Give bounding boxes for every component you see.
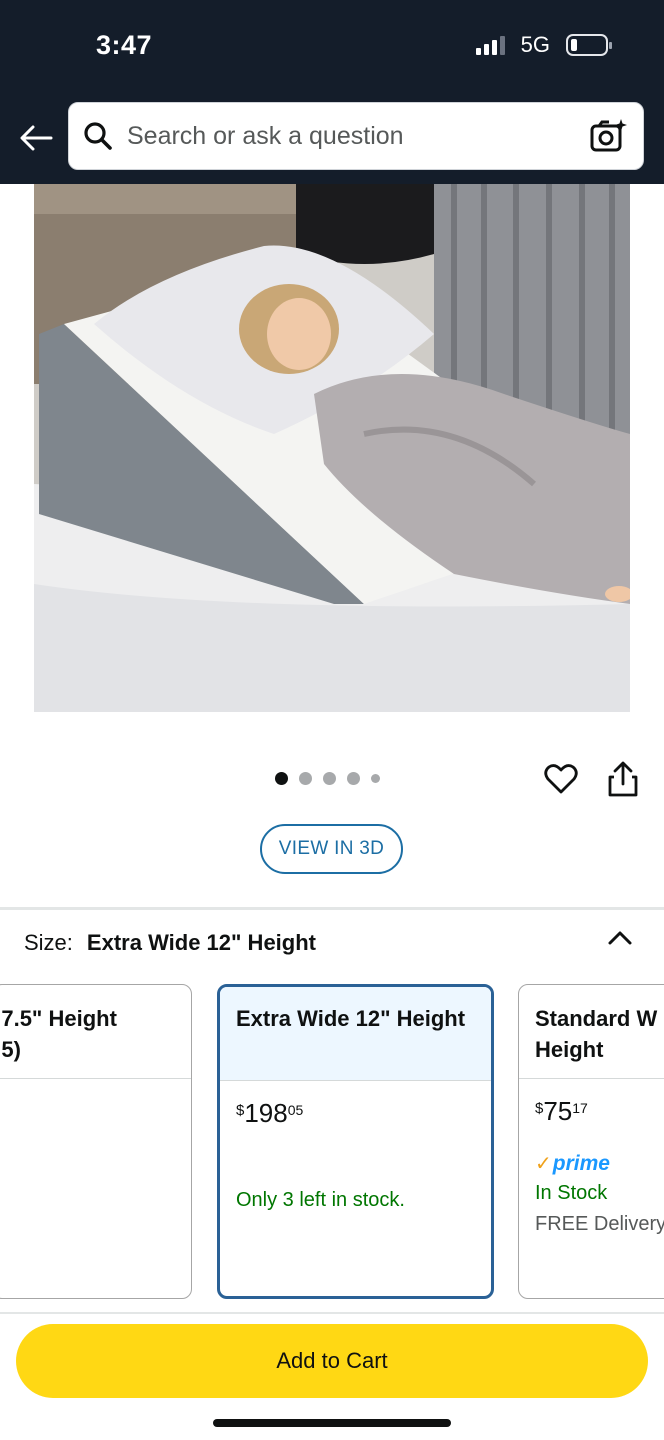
status-indicators: 5G: [475, 32, 612, 58]
product-photo: [34, 184, 630, 712]
view-in-3d-button[interactable]: VIEW IN 3D: [260, 824, 403, 874]
signal-icon: [475, 35, 505, 55]
option-price: $ 75 17: [535, 1097, 664, 1125]
arrow-left-icon: [20, 125, 53, 151]
delivery-info: FREE Delivery: [535, 1213, 664, 1235]
size-option-title: Standard W Height: [519, 985, 664, 1079]
heart-icon[interactable]: [544, 762, 578, 796]
size-option-line2: Height: [535, 1037, 604, 1062]
pagination-dot[interactable]: [347, 772, 360, 785]
prime-label: prime: [552, 1151, 610, 1175]
size-label: Size:: [24, 930, 73, 955]
price-currency: $: [236, 1102, 245, 1119]
pagination-dot[interactable]: [275, 772, 288, 785]
size-selector-header: Size: Extra Wide 12" Height: [24, 930, 316, 956]
battery-icon: [566, 34, 612, 56]
size-option-line1: e 7.5" Height: [0, 1006, 117, 1031]
image-pagination[interactable]: [275, 772, 380, 785]
network-type: 5G: [520, 32, 550, 57]
price-whole: 75: [543, 1096, 573, 1126]
home-indicator: [213, 1419, 451, 1427]
price-whole: 198: [244, 1098, 288, 1128]
chevron-up-icon[interactable]: [605, 926, 635, 950]
section-divider: [0, 907, 664, 910]
camera-sparkle-icon[interactable]: [589, 117, 629, 157]
product-image[interactable]: [34, 184, 630, 712]
selected-size: Extra Wide 12" Height: [86, 930, 316, 955]
pagination-dot[interactable]: [371, 774, 380, 783]
search-icon: [84, 122, 112, 150]
status-time: 3:47: [96, 30, 153, 60]
size-option-line1: Standard W: [535, 1006, 658, 1031]
stock-status: In Stock: [535, 1182, 608, 1204]
stock-status: Only 3 left in stock.: [236, 1189, 405, 1211]
price-currency: $: [535, 1100, 544, 1117]
section-divider: [0, 1312, 664, 1314]
size-option-card-selected[interactable]: Extra Wide 12" Height $ 198 05 Only 3 le…: [217, 984, 494, 1299]
pagination-dot[interactable]: [323, 772, 336, 785]
prime-badge: ✓ prime: [535, 1151, 664, 1176]
size-option-title: Extra Wide 12" Height: [220, 987, 491, 1081]
price-fraction: 05: [287, 1102, 304, 1118]
search-placeholder: Search or ask a question: [127, 121, 404, 150]
pagination-dot[interactable]: [299, 772, 312, 785]
share-icon[interactable]: [606, 760, 640, 798]
size-option-card[interactable]: e 7.5" Height 7.5): [0, 984, 192, 1299]
option-price: $ 198 05: [236, 1099, 475, 1127]
size-option-title: e 7.5" Height 7.5): [0, 985, 191, 1079]
size-option-line2: 7.5): [0, 1037, 21, 1062]
price-fraction: 17: [572, 1100, 588, 1116]
add-to-cart-button[interactable]: Add to Cart: [16, 1324, 648, 1398]
back-button[interactable]: [16, 118, 56, 158]
search-input[interactable]: Search or ask a question: [68, 102, 644, 170]
prime-check-icon: ✓: [535, 1153, 552, 1175]
size-option-card[interactable]: Standard W Height $ 75 17 ✓ prime In Sto…: [518, 984, 664, 1299]
top-header: 3:47 5G Search or ask a question: [0, 0, 664, 184]
